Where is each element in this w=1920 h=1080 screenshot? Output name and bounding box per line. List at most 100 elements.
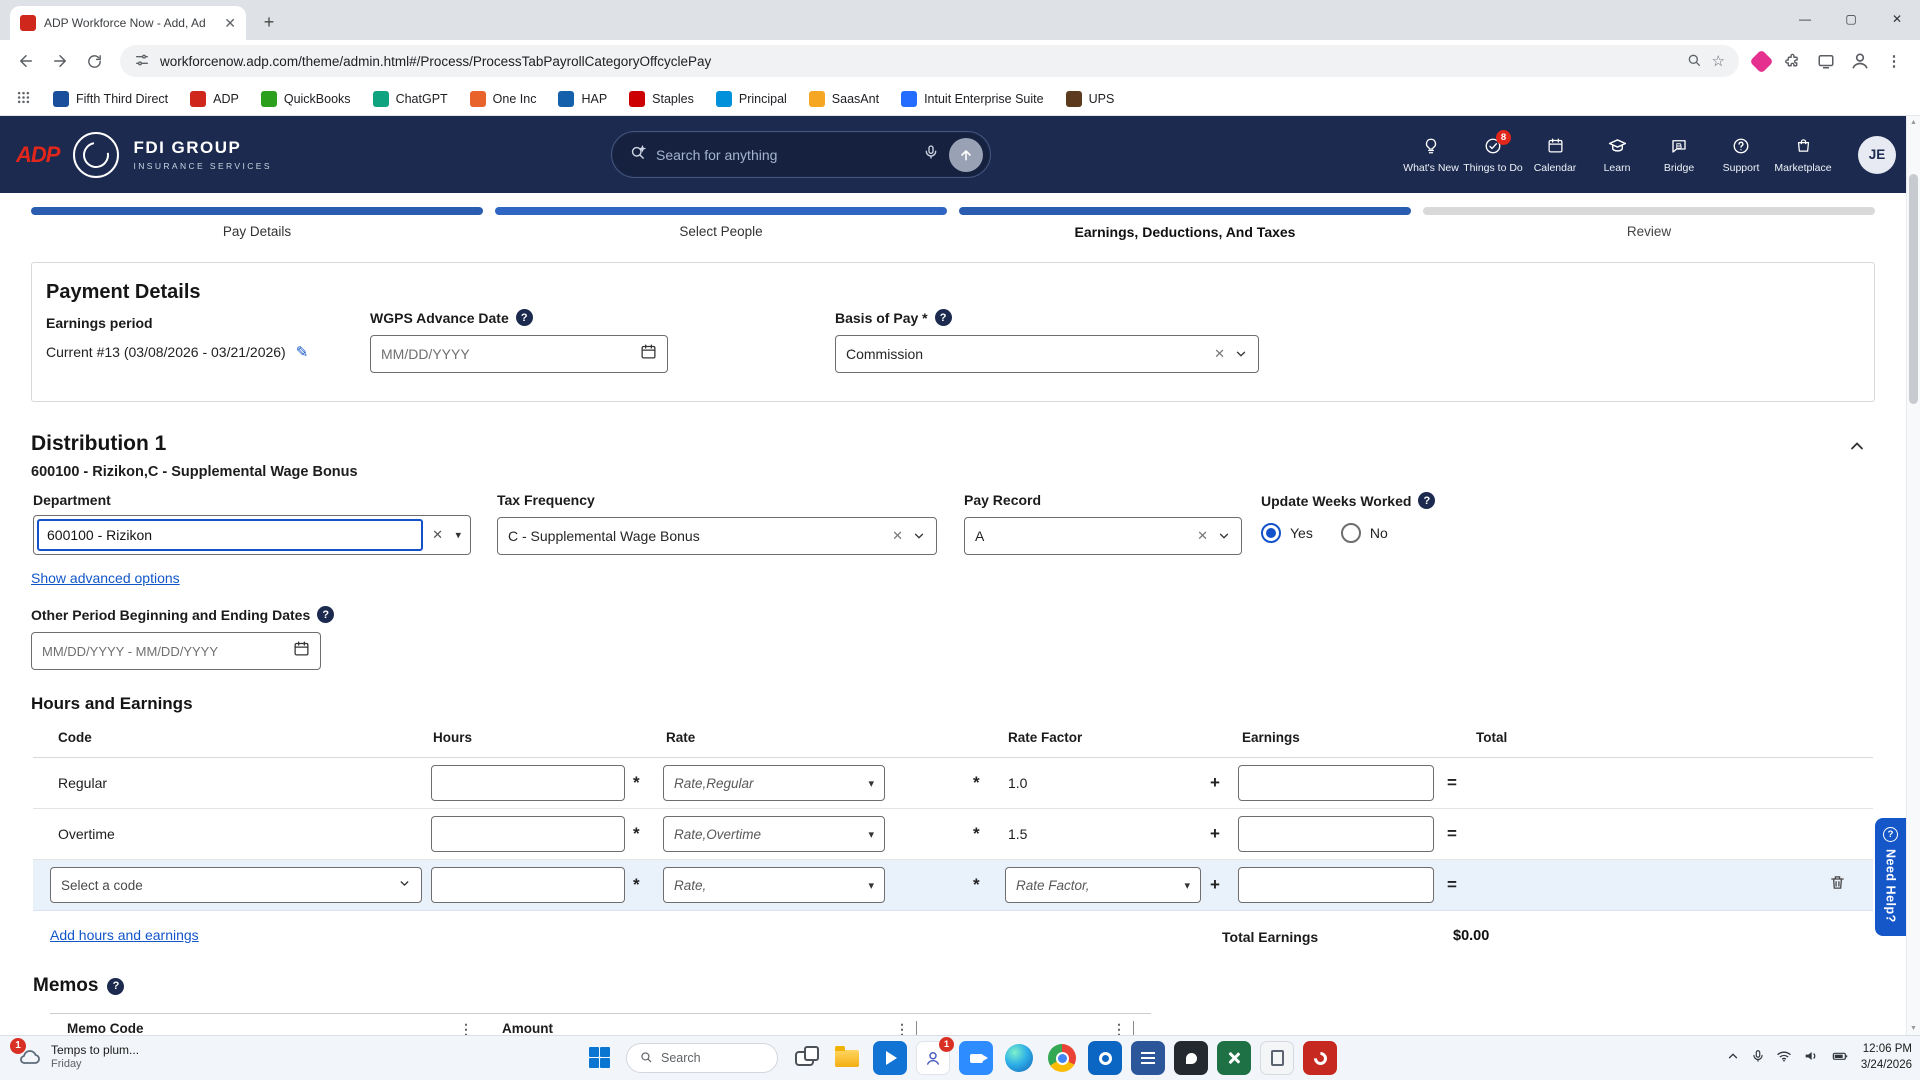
bookmark-item[interactable]: Fifth Third Direct [53,90,168,107]
select-code-dropdown[interactable]: Select a code [50,867,422,903]
outlook-app-button[interactable] [1088,1041,1122,1075]
update-weeks-no-option[interactable]: No [1340,523,1388,543]
bookmark-item[interactable]: ADP [190,90,239,107]
video-app-button[interactable] [959,1041,993,1075]
clear-icon[interactable]: ✕ [432,527,443,543]
chrome-browser-button[interactable] [1045,1041,1079,1075]
excel-app-button[interactable] [1217,1041,1251,1075]
apps-grid-icon[interactable] [16,90,31,108]
global-search-input[interactable] [656,146,913,163]
dropdown-caret-icon[interactable]: ▾ [455,529,461,542]
no-label[interactable]: No [1370,525,1388,541]
bookmark-item[interactable]: SaasAnt [808,90,879,107]
column-resize-handle[interactable] [1133,1021,1134,1035]
scroll-up-arrow[interactable]: ▲ [1907,119,1920,126]
header-nav-things-to-do[interactable]: 8 Things to Do [1462,129,1524,174]
bookmark-item[interactable]: Staples [629,90,694,107]
address-bar[interactable]: workforcenow.adp.com/theme/admin.html#/P… [120,45,1739,77]
wgps-date-input[interactable] [381,346,640,362]
regular-earnings-input[interactable] [1238,765,1434,801]
battery-icon[interactable] [1830,1048,1850,1069]
file-explorer-button[interactable] [830,1041,864,1075]
chat-app-button[interactable]: 1 [916,1037,954,1075]
delete-row-trash-icon[interactable] [1829,874,1846,896]
taskbar-clock[interactable]: 12:06 PM 3/24/2026 [1861,1042,1912,1073]
window-minimize-button[interactable]: — [1782,0,1828,38]
chevron-down-icon[interactable] [1234,347,1248,361]
bookmark-item[interactable]: HAP [558,90,607,107]
bookmark-item[interactable]: Intuit Enterprise Suite [901,90,1044,107]
window-maximize-button[interactable]: ▢ [1828,0,1874,38]
step-label[interactable]: Review [1423,224,1875,239]
scrollbar-thumb[interactable] [1909,174,1918,404]
bookmark-item[interactable]: UPS [1065,90,1114,107]
window-close-button[interactable]: ✕ [1874,0,1920,38]
clear-icon[interactable]: ✕ [1197,528,1208,544]
help-icon[interactable]: ? [107,977,125,995]
yes-label[interactable]: Yes [1290,525,1313,541]
header-nav-support[interactable]: Support [1710,136,1772,174]
global-search[interactable] [611,131,991,178]
bookmark-item[interactable]: Principal [715,90,787,107]
help-icon[interactable]: ? [934,309,952,326]
radio-yes[interactable] [1261,523,1281,543]
header-nav-whats-new[interactable]: What's New [1400,136,1462,174]
header-nav-learn[interactable]: Learn [1586,136,1648,174]
task-view-button[interactable] [787,1041,821,1075]
extensions-puzzle-icon[interactable] [1776,45,1808,77]
overtime-hours-input[interactable] [431,816,625,852]
new-row-earnings-input[interactable] [1238,867,1434,903]
taskbar-search-input[interactable] [661,1051,761,1065]
header-nav-bridge[interactable]: Bridge [1648,136,1710,174]
tray-chevron-up-icon[interactable] [1726,1049,1740,1068]
overtime-earnings-input[interactable] [1238,816,1434,852]
basis-of-pay-select[interactable]: Commission ✕ [835,335,1259,373]
need-help-tab[interactable]: ? Need Help? [1875,818,1906,936]
step-label[interactable]: Earnings, Deductions, And Taxes [959,224,1411,240]
bookmark-item[interactable]: QuickBooks [260,90,351,107]
column-resize-handle[interactable] [916,1021,917,1035]
tab-close-icon[interactable]: ✕ [224,15,236,32]
header-nav-calendar[interactable]: Calendar [1524,136,1586,174]
help-icon[interactable]: ? [515,309,533,326]
overtime-rate-select[interactable]: Rate,Overtime ▾ [663,816,885,852]
header-nav-marketplace[interactable]: Marketplace [1772,136,1834,174]
edit-pencil-icon[interactable]: ✎ [296,343,309,361]
microphone-icon[interactable] [923,144,939,165]
regular-rate-select[interactable]: Rate,Regular ▾ [663,765,885,801]
site-info-icon[interactable] [134,52,150,71]
volume-icon[interactable] [1803,1048,1819,1069]
other-period-date-field[interactable] [31,632,321,670]
other-period-date-input[interactable] [42,643,293,659]
new-tab-button[interactable]: + [256,9,282,35]
step-review[interactable]: Review [1423,207,1875,240]
department-input[interactable] [37,519,423,551]
help-icon[interactable]: ? [1418,492,1436,509]
browser-profile-avatar[interactable] [1844,45,1876,77]
taskbar-search[interactable] [626,1043,778,1073]
side-panel-icon[interactable] [1810,45,1842,77]
bookmark-item[interactable]: ChatGPT [372,90,448,107]
radio-no[interactable] [1340,523,1361,543]
widgets-button[interactable]: 1 Temps to plum... Friday [10,1037,147,1072]
edge-browser-button[interactable] [1002,1041,1036,1075]
column-menu-kebab-icon[interactable]: ⋮ [895,1021,909,1035]
calendar-picker-icon[interactable] [640,343,657,365]
new-row-rate-factor-select[interactable]: Rate Factor, ▾ [1005,867,1201,903]
lens-search-icon[interactable] [1686,52,1702,71]
bookmark-item[interactable]: One Inc [469,90,536,107]
browser-menu-kebab-icon[interactable]: ⋮ [1878,45,1910,77]
step-select-people[interactable]: Select People [495,207,947,240]
dev-app-button[interactable] [1174,1041,1208,1075]
update-weeks-yes-option[interactable]: Yes [1261,523,1313,543]
wgps-date-field[interactable] [370,335,668,373]
calendar-picker-icon[interactable] [293,640,310,662]
reload-icon[interactable] [78,45,110,77]
chevron-down-icon[interactable] [1217,529,1231,543]
clear-icon[interactable]: ✕ [892,528,903,544]
step-label[interactable]: Pay Details [31,224,483,239]
forward-icon[interactable] [44,45,76,77]
new-row-hours-input[interactable] [431,867,625,903]
movies-app-button[interactable] [873,1041,907,1075]
step-label[interactable]: Select People [495,224,947,239]
